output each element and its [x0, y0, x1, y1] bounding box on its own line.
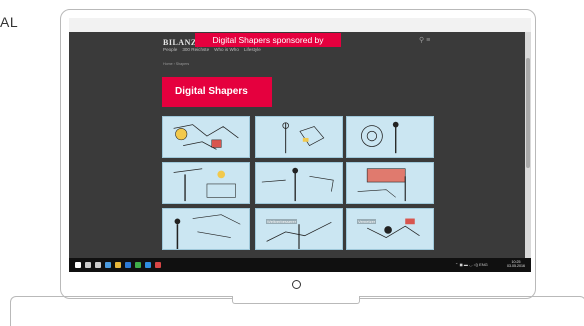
store-icon[interactable] [105, 262, 111, 268]
illustration [261, 167, 334, 202]
web-page: BILANZ Digital Shapers sponsored by ⚲ ≡ … [69, 32, 525, 258]
laptop-hinge [232, 296, 360, 304]
windows-start-icon[interactable] [75, 262, 81, 268]
illustration [173, 168, 236, 202]
chrome-icon[interactable] [135, 262, 141, 268]
clock[interactable]: 10:25 03.05.2016 [507, 260, 525, 269]
laptop-screen: BILANZ Digital Shapers sponsored by ⚲ ≡ … [69, 18, 531, 272]
illustration [174, 214, 241, 249]
clock-date: 03.05.2016 [507, 264, 525, 269]
app-icon[interactable] [155, 262, 161, 268]
edge-icon[interactable] [125, 262, 131, 268]
shaper-tile-1[interactable] [162, 116, 250, 158]
windows-taskbar: ⌃ ◼ ▬ ◡ ◁) ENG 10:25 03.05.2016 [69, 258, 531, 272]
header-icons[interactable]: ⚲ ≡ [419, 36, 430, 44]
nav-item-reichste[interactable]: 300 Reichste [182, 47, 209, 52]
sponsor-banner[interactable]: Digital Shapers sponsored by [195, 33, 341, 47]
shaper-tile-4[interactable] [162, 162, 250, 204]
system-tray-icons[interactable]: ⌃ ◼ ▬ ◡ ◁) ENG [455, 262, 488, 267]
illustration [357, 168, 406, 202]
shaper-tile-3[interactable] [346, 116, 434, 158]
nav-item-people[interactable]: People [163, 47, 177, 52]
shaper-tile-5[interactable] [255, 162, 343, 204]
illustration [361, 121, 399, 154]
site-logo[interactable]: BILANZ [163, 38, 197, 47]
task-view-icon[interactable] [95, 262, 101, 268]
nav-item-who-is-who[interactable]: Who is Who [214, 47, 239, 52]
browser-chrome [69, 18, 531, 32]
photos-icon[interactable] [145, 262, 151, 268]
shaper-tile-7[interactable] [162, 208, 250, 250]
shaper-tile-2[interactable] [255, 116, 343, 158]
nav-item-lifestyle[interactable]: Lifestyle [244, 47, 261, 52]
illustration [366, 218, 420, 239]
scrollbar-thumb[interactable] [526, 58, 530, 168]
shaper-tile-9[interactable]: Vernetzer [346, 208, 434, 250]
shaper-tile-8[interactable]: Weltverbesserer [255, 208, 343, 250]
tile-label: Weltverbesserer [266, 219, 298, 224]
search-icon[interactable] [85, 262, 91, 268]
illustration [266, 221, 332, 249]
file-explorer-icon[interactable] [115, 262, 121, 268]
side-label: AL [0, 14, 19, 30]
illustration [173, 124, 239, 150]
main-nav: People 300 Reichste Who is Who Lifestyle [163, 47, 261, 52]
illustration [282, 122, 325, 154]
tile-label: Vernetzer [357, 219, 377, 224]
page-title: Digital Shapers [162, 77, 272, 107]
shaper-tile-6[interactable] [346, 162, 434, 204]
breadcrumb[interactable]: Home › Shapers [163, 62, 189, 66]
webcam-icon [292, 280, 301, 289]
